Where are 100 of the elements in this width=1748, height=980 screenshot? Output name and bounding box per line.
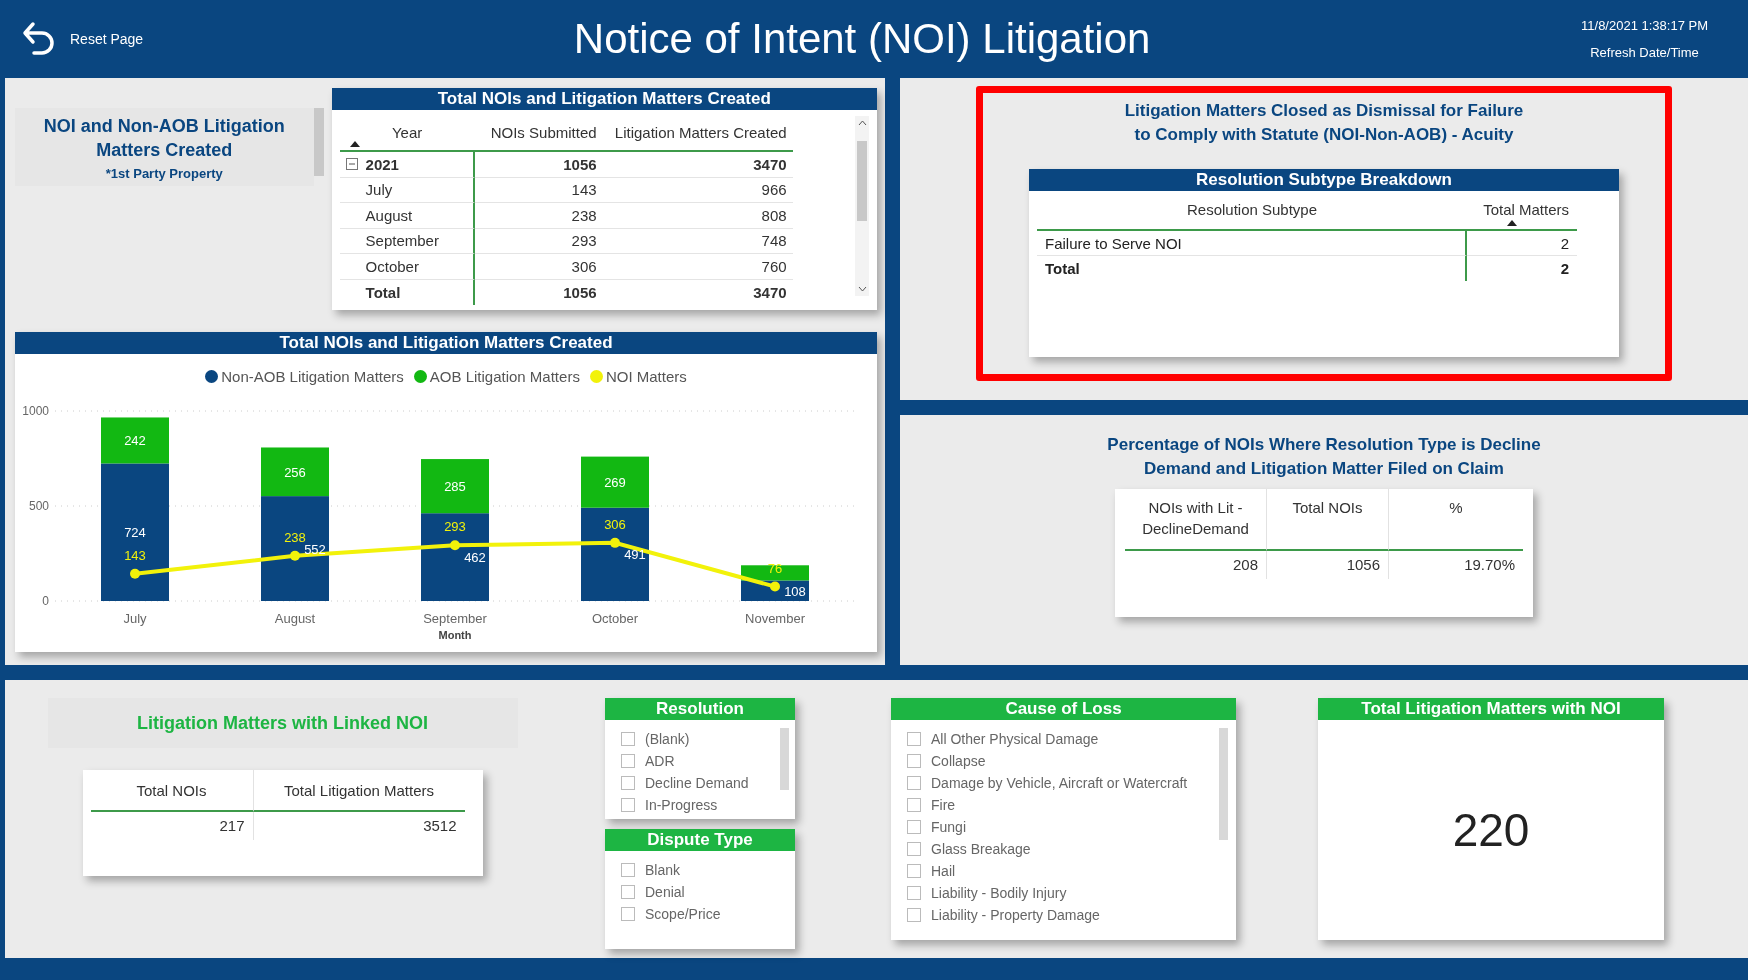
axis-tick-label: October bbox=[591, 611, 639, 626]
slicer-title: Resolution bbox=[605, 698, 795, 720]
table-cell: Failure to Serve NOI bbox=[1037, 231, 1467, 256]
checkbox[interactable] bbox=[621, 798, 635, 812]
slicer-item[interactable]: Decline Demand bbox=[621, 772, 795, 794]
scroll-bar[interactable] bbox=[1219, 728, 1228, 840]
data-label: 269 bbox=[604, 475, 626, 491]
table-cell: 208 bbox=[1125, 551, 1267, 579]
checkbox[interactable] bbox=[621, 754, 635, 768]
axis-tick-label: 500 bbox=[28, 499, 49, 513]
section-title: Litigation Matters Closed as Dismissal for Failure to Comply with Statute (NOI-Non-AOB) - Acuity bbox=[1124, 100, 1524, 146]
slicer-item[interactable]: (Blank) bbox=[621, 728, 795, 750]
slicer-item[interactable]: Hail bbox=[907, 860, 1236, 882]
slicer-item[interactable]: Liability - Bodily Injury bbox=[907, 882, 1236, 904]
table-cell: 760 bbox=[602, 254, 793, 280]
line-point bbox=[770, 581, 780, 592]
checkbox[interactable] bbox=[621, 885, 635, 899]
table-cell: 3470 bbox=[602, 152, 793, 178]
table-cell: 748 bbox=[602, 228, 793, 254]
table-cell: 143 bbox=[474, 177, 603, 203]
scroll-bar[interactable] bbox=[780, 728, 789, 790]
table-cell: 217 bbox=[90, 812, 254, 840]
checkbox[interactable] bbox=[621, 776, 635, 790]
row-header: Total bbox=[339, 279, 475, 305]
slicer-item[interactable]: ADR bbox=[621, 750, 795, 772]
checkbox[interactable] bbox=[621, 732, 635, 746]
row-header[interactable]: 2021 bbox=[339, 152, 475, 178]
slicer-item[interactable]: All Other Physical Damage bbox=[907, 728, 1236, 750]
slicer-item[interactable]: Collapse bbox=[907, 750, 1236, 772]
table-cell: 1056 bbox=[474, 152, 603, 178]
data-label: 724 bbox=[124, 525, 146, 541]
slicer-item[interactable]: In-Progress bbox=[621, 794, 795, 816]
data-label: 293 bbox=[444, 519, 466, 535]
slicer-item[interactable]: Liability - Property Damage bbox=[907, 904, 1236, 926]
column-header[interactable]: NOIs Submitted bbox=[474, 116, 603, 152]
column-header[interactable]: Total NOIs bbox=[1267, 489, 1389, 551]
sort-arrow-icon[interactable] bbox=[349, 141, 360, 147]
slicer-title: Dispute Type bbox=[605, 829, 795, 851]
checkbox[interactable] bbox=[621, 863, 635, 877]
slicer-item[interactable]: Blank bbox=[621, 859, 795, 881]
slicer-item[interactable]: Denial bbox=[621, 881, 795, 903]
column-header[interactable]: Total Matters bbox=[1467, 191, 1577, 231]
reset-page-button[interactable]: Reset Page bbox=[22, 21, 144, 57]
checkbox[interactable] bbox=[907, 776, 921, 790]
column-header[interactable]: Resolution Subtype bbox=[1037, 191, 1467, 231]
data-label: 238 bbox=[284, 529, 306, 545]
column-header[interactable]: Total Litigation Matters bbox=[253, 770, 465, 812]
slicer-item[interactable]: Damage by Vehicle, Aircraft or Watercraft bbox=[907, 772, 1236, 794]
table-cell: 238 bbox=[474, 203, 603, 229]
row-header: September bbox=[339, 228, 475, 254]
table-cell-text: 3512 bbox=[422, 816, 458, 836]
slicer-item[interactable]: Fungi bbox=[907, 816, 1236, 838]
table-cell: 293 bbox=[474, 228, 603, 254]
axis-tick-label: September bbox=[423, 611, 487, 626]
column-header[interactable]: Litigation Matters Created bbox=[602, 116, 793, 152]
undo-arrow-icon bbox=[22, 21, 56, 57]
checkbox[interactable] bbox=[907, 820, 921, 834]
card-title: Litigation Matters with Linked NOI bbox=[137, 712, 428, 734]
refresh-timestamp: 11/8/2021 1:38:17 PM bbox=[1581, 18, 1708, 33]
collapse-icon[interactable] bbox=[345, 158, 358, 171]
line-point bbox=[130, 568, 140, 579]
slicer-item[interactable]: Scope/Price bbox=[621, 903, 795, 925]
card-subtitle: *1st Party Property bbox=[105, 166, 223, 181]
data-label: 285 bbox=[444, 479, 466, 495]
table-cell: 966 bbox=[602, 177, 793, 203]
table-cell: 808 bbox=[602, 203, 793, 229]
table-cell: 2 bbox=[1467, 231, 1577, 256]
data-label: 306 bbox=[604, 516, 626, 532]
section-title: Percentage of NOIs Where Resolution Type is Decline Demand and Litigation Matter Filed on Claim bbox=[1107, 434, 1541, 480]
line-point bbox=[450, 540, 460, 551]
slicer-item[interactable]: Glass Breakage bbox=[907, 838, 1236, 860]
slicer-item[interactable]: Fire bbox=[907, 794, 1236, 816]
kpi-title: Total Litigation Matters with NOI bbox=[1318, 698, 1664, 720]
checkbox[interactable] bbox=[907, 798, 921, 812]
checkbox[interactable] bbox=[907, 754, 921, 768]
legend-label: Non-AOB Litigation Matters bbox=[221, 368, 404, 385]
axis-tick-label: July bbox=[123, 611, 147, 626]
checkbox[interactable] bbox=[907, 732, 921, 746]
chart-title: Total NOIs and Litigation Matters Created bbox=[15, 332, 877, 354]
column-header[interactable]: NOIs with Lit - DeclineDemand bbox=[1125, 489, 1267, 551]
checkbox[interactable] bbox=[907, 886, 921, 900]
checkbox[interactable] bbox=[907, 842, 921, 856]
axis-tick-label: August bbox=[274, 611, 316, 626]
data-label: 76 bbox=[767, 560, 783, 576]
checkbox[interactable] bbox=[907, 908, 921, 922]
checkbox[interactable] bbox=[621, 907, 635, 921]
axis-title: Month bbox=[438, 629, 472, 641]
column-header[interactable]: Total NOIs bbox=[90, 770, 254, 812]
table-cell-text: 1056 bbox=[562, 282, 598, 303]
checkbox[interactable] bbox=[907, 864, 921, 878]
table-title: Resolution Subtype Breakdown bbox=[1029, 169, 1619, 191]
row-header: October bbox=[339, 254, 475, 280]
scroll-bar[interactable] bbox=[313, 108, 324, 176]
kpi-value: 220 bbox=[1451, 803, 1531, 858]
data-label: 491 bbox=[624, 547, 646, 563]
column-header[interactable]: % bbox=[1389, 489, 1523, 551]
data-label: 552 bbox=[304, 541, 326, 557]
sort-arrow-icon[interactable] bbox=[1507, 220, 1517, 226]
column-header[interactable]: Year bbox=[339, 116, 475, 152]
scroll-bar[interactable] bbox=[855, 116, 869, 296]
